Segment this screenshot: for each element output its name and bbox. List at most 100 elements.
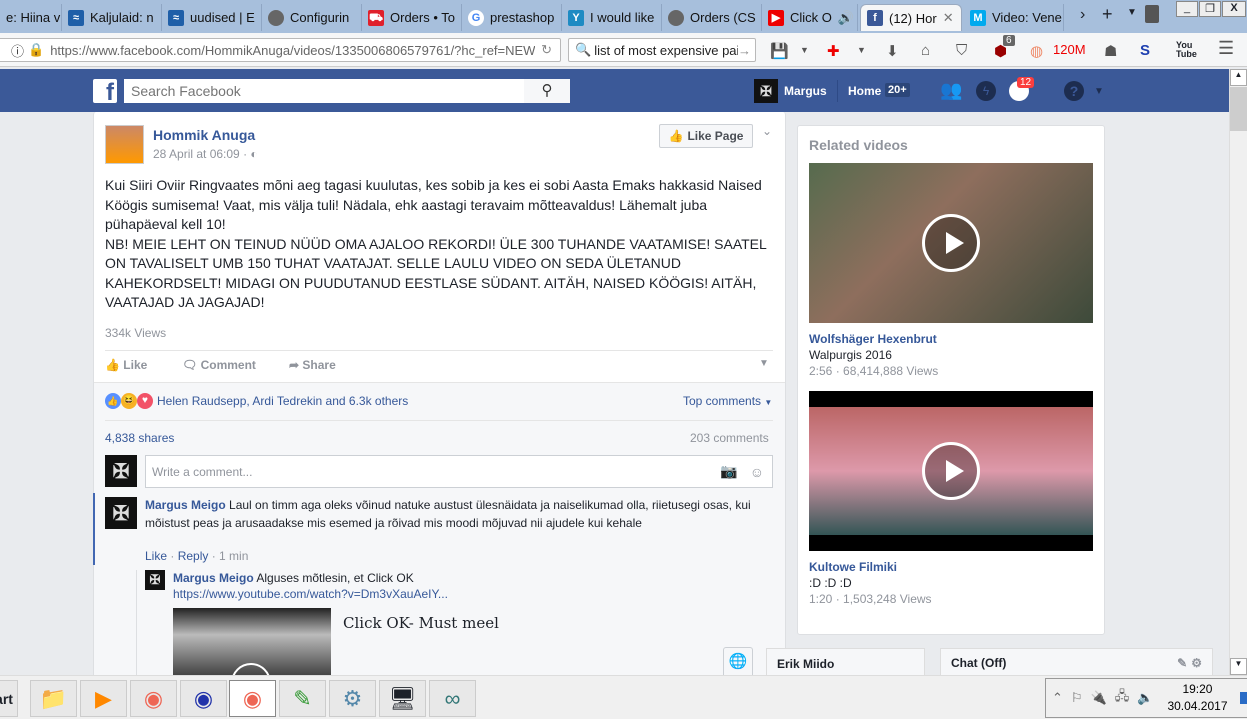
go-arrow-icon[interactable]: → xyxy=(738,43,751,58)
start-button[interactable]: art xyxy=(0,680,18,717)
dropdown-icon[interactable]: ▼ xyxy=(800,45,809,55)
search-input[interactable] xyxy=(124,79,524,103)
reload-icon[interactable]: ↻ xyxy=(541,42,552,58)
link-preview-title[interactable]: Click OK- Must meel xyxy=(343,614,499,632)
post-author[interactable]: Hommik Anuga xyxy=(153,127,255,143)
profile-link[interactable]: Margus xyxy=(784,84,827,98)
chat-sidebar-tab[interactable]: Chat (Off) ✎ ⚙ xyxy=(940,648,1213,675)
related-video-thumbnail[interactable] xyxy=(809,163,1093,323)
chat-tab-erik[interactable]: Erik Miido xyxy=(766,648,925,675)
close-window-icon[interactable]: X xyxy=(1222,1,1246,17)
sidebar-icon[interactable] xyxy=(1145,5,1159,23)
restore-icon[interactable]: ❐ xyxy=(1199,1,1221,17)
home-link[interactable]: Home xyxy=(848,84,881,98)
browser-tab[interactable]: e: Hiina v xyxy=(0,4,62,31)
power-icon[interactable]: 🔌 xyxy=(1091,690,1107,706)
scroll-tabs-icon[interactable]: › xyxy=(1080,6,1085,24)
speaker-icon[interactable]: 🔊 xyxy=(838,10,854,26)
s-addon-icon[interactable]: S xyxy=(1140,42,1150,59)
comment-time[interactable]: 1 min xyxy=(219,549,248,563)
clock[interactable]: 19:20 30.04.2017 xyxy=(1167,681,1227,715)
post-options-chevron-icon[interactable]: ⌄ xyxy=(762,124,772,138)
seamonkey-icon[interactable]: ◉ xyxy=(180,680,227,717)
browser-tab[interactable]: ≈ uudised | E xyxy=(162,4,262,31)
comments-count[interactable]: 203 comments xyxy=(690,431,769,445)
compose-icon[interactable]: ✎ xyxy=(1177,656,1187,670)
notepadpp-icon[interactable]: ✎ xyxy=(279,680,326,717)
messenger-icon[interactable]: ϟ xyxy=(976,81,996,101)
browser-tab-active[interactable]: f (12) Hor ✕ xyxy=(860,4,962,31)
browser-tab[interactable]: M Video: Vene xyxy=(964,4,1064,31)
pocket-icon[interactable]: ⛉ xyxy=(956,42,967,59)
show-desktop-icon[interactable] xyxy=(1239,692,1247,704)
firefox-active-icon[interactable]: ◉ xyxy=(229,680,276,717)
save-icon[interactable]: 💾 xyxy=(770,42,789,60)
new-tab-icon[interactable]: + xyxy=(1102,4,1113,25)
menu-icon[interactable]: ☰ xyxy=(1218,38,1234,59)
comment-input[interactable]: Write a comment... 📷 ☺ xyxy=(145,455,773,488)
monitor-icon[interactable]: 🖥 xyxy=(379,680,426,717)
help-icon[interactable]: ? xyxy=(1064,81,1084,101)
memory-icon[interactable]: ◍ xyxy=(1030,42,1043,60)
more-actions-icon[interactable]: ▼ xyxy=(759,358,769,369)
minimize-icon[interactable]: _ xyxy=(1176,1,1198,17)
show-hidden-icon[interactable]: ⌃ xyxy=(1052,690,1063,706)
media-player-icon[interactable]: ▶ xyxy=(80,680,127,717)
explorer-icon[interactable]: 📁 xyxy=(30,680,77,717)
url-bar[interactable]: ⓘ 🔒 https://www.facebook.com/HommikAnuga… xyxy=(0,38,561,62)
related-video-title[interactable]: Wolfshäger Hexenbrut xyxy=(809,332,937,346)
user-avatar[interactable]: ✠ xyxy=(754,79,778,103)
browser-tab[interactable]: ⛟ Orders • To xyxy=(362,4,462,31)
related-video-title[interactable]: Kultowe Filmiki xyxy=(809,560,897,574)
emoji-icon[interactable]: ☺ xyxy=(750,464,764,480)
globe-chat-button[interactable]: 🌐 xyxy=(723,647,753,675)
comment-reply-link[interactable]: Reply xyxy=(178,549,209,563)
reply-link[interactable]: https://www.youtube.com/watch?v=Dm3vXauA… xyxy=(173,587,448,601)
reply-author[interactable]: Margus Meigo xyxy=(173,571,254,585)
scroll-up-icon[interactable]: ▲ xyxy=(1230,69,1247,86)
like-page-button[interactable]: 👍 Like Page xyxy=(659,124,753,148)
share-button[interactable]: ➦ Share xyxy=(289,358,336,372)
search-icon[interactable]: ⚲ xyxy=(524,79,570,103)
download-icon[interactable]: ⬇ xyxy=(886,42,899,60)
search-bar[interactable]: 🔍 list of most expensive paint → xyxy=(568,38,756,62)
home-icon[interactable]: ⌂ xyxy=(921,42,930,59)
close-tab-icon[interactable]: ✕ xyxy=(943,10,954,26)
firefox-icon[interactable]: ◉ xyxy=(130,680,177,717)
tab-list-icon[interactable]: ▼ xyxy=(1127,7,1137,18)
ghost-icon[interactable]: ☗ xyxy=(1104,42,1117,60)
browser-tab[interactable]: Y I would like xyxy=(562,4,662,31)
browser-tab[interactable]: ▶ Click O 🔊 xyxy=(762,4,858,31)
facebook-logo[interactable]: f xyxy=(93,79,117,106)
youtube-addon-icon[interactable]: You Tube xyxy=(1176,41,1197,59)
firstaid-icon[interactable]: ✚ xyxy=(827,42,840,60)
page-scrollbar[interactable]: ▲ ▼ xyxy=(1229,69,1247,675)
gear-icon[interactable]: ⚙ xyxy=(1191,656,1202,670)
shares-count[interactable]: 4,838 shares xyxy=(105,431,174,445)
related-video-thumbnail[interactable] xyxy=(809,391,1093,551)
binoculars-icon[interactable]: ∞ xyxy=(429,680,476,717)
browser-tab[interactable]: Gprestashop xyxy=(462,4,562,31)
volume-icon[interactable]: 🔈 xyxy=(1137,690,1153,706)
page-avatar[interactable] xyxy=(105,125,144,164)
url-text[interactable]: https://www.facebook.com/HommikAnuga/vid… xyxy=(50,43,535,58)
search-value[interactable]: list of most expensive paint xyxy=(594,43,738,58)
comment-avatar[interactable]: ✠ xyxy=(105,497,137,529)
camera-icon[interactable]: 📷 xyxy=(720,463,737,480)
dropdown-icon[interactable]: ▼ xyxy=(857,45,866,55)
post-time[interactable]: 28 April at 06:09 · ◐ xyxy=(153,147,258,161)
reply-avatar[interactable]: ✠ xyxy=(145,570,165,590)
browser-tab[interactable]: Orders (CS xyxy=(662,4,762,31)
like-button[interactable]: 👍 Like xyxy=(105,358,182,372)
info-icon[interactable]: ⓘ xyxy=(11,41,24,60)
reactions-summary[interactable]: Helen Raudsepp, Ardi Tedrekin and 6.3k o… xyxy=(157,394,408,408)
link-preview-thumbnail[interactable] xyxy=(173,608,331,703)
comment-button[interactable]: 🗨 Comment xyxy=(182,358,289,372)
top-comments-dropdown[interactable]: Top comments ▼ xyxy=(683,394,772,408)
browser-tab[interactable]: Configurin xyxy=(262,4,362,31)
browser-tab[interactable]: ≈ Kaljulaid: n xyxy=(62,4,162,31)
comment-like-link[interactable]: Like xyxy=(145,549,167,563)
flag-icon[interactable]: ⚐ xyxy=(1071,690,1083,706)
friend-requests-icon[interactable]: 👥 xyxy=(940,80,962,101)
account-dropdown-icon[interactable]: ▼ xyxy=(1094,86,1104,97)
